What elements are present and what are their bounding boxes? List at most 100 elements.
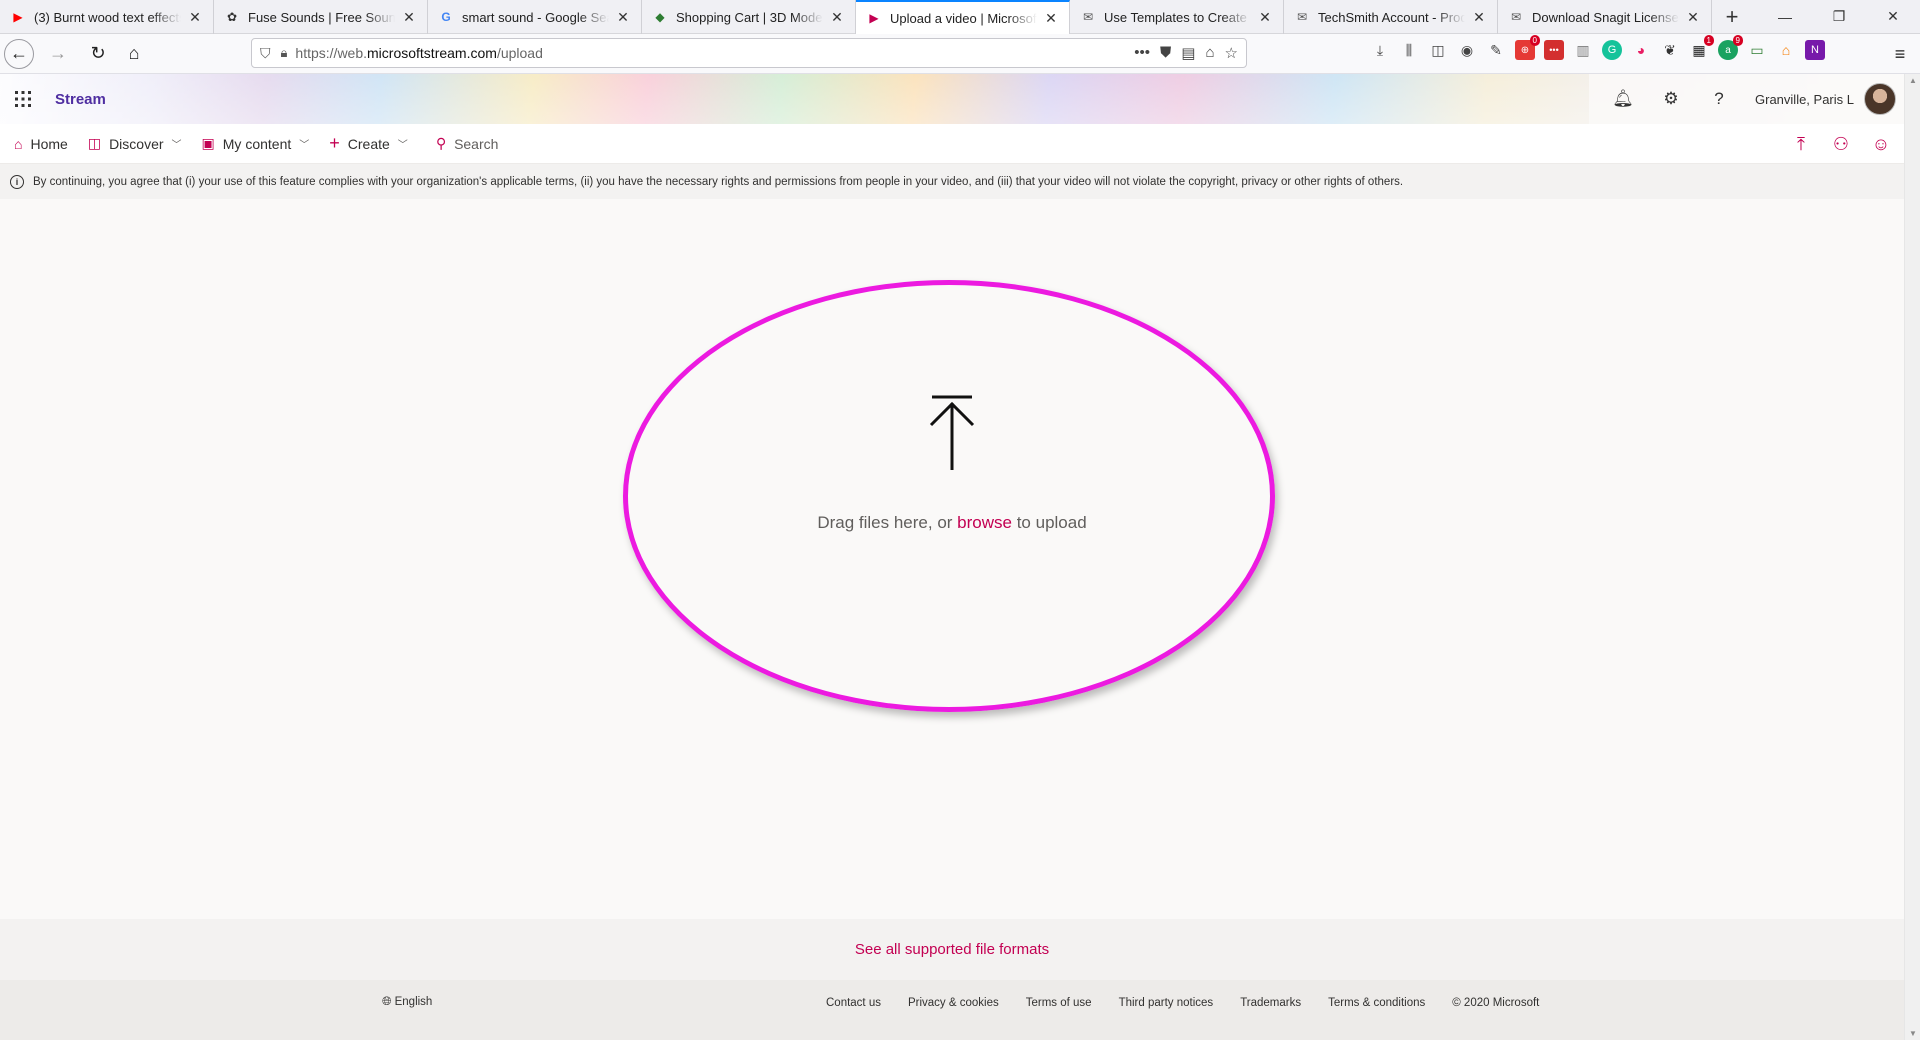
lock-icon[interactable]: 🔒︎ [281, 45, 288, 61]
settings-button[interactable]: ⚙ [1647, 74, 1695, 124]
language-selector[interactable]: 🌐︎ English [382, 994, 432, 1009]
screen-capture-icon[interactable]: ▭ [1747, 40, 1767, 60]
extension-pen-icon[interactable]: ✎ [1486, 40, 1506, 60]
browser-tab[interactable]: ✉ Use Templates to Create Visual ✕ [1070, 0, 1284, 34]
add-person-icon[interactable]: ⚇ [1830, 134, 1852, 155]
url-prefix: https://web. [295, 45, 368, 61]
browser-tab[interactable]: ✉ TechSmith Account - Products ✕ [1284, 0, 1498, 34]
url-text[interactable]: https://web.microsoftstream.com/upload [295, 45, 1134, 61]
shield-icon[interactable]: ⛉ [260, 45, 271, 62]
nav-home[interactable]: ⌂ Home [0, 124, 78, 164]
stream-command-bar: ⌂ Home ◫ Discover ﹀ ▣ My content ﹀ + Cre… [0, 124, 1904, 164]
avatar[interactable] [1864, 83, 1896, 115]
back-button[interactable]: ← [4, 38, 34, 69]
tab-favicon-icon: ◆ [655, 10, 665, 24]
scroll-up-icon[interactable]: ▲ [1905, 76, 1920, 85]
tab-close-icon[interactable]: ✕ [615, 9, 631, 26]
browser-tab[interactable]: ✿ Fuse Sounds | Free Sound Effects ✕ [214, 0, 428, 34]
extension-badge-a-icon[interactable]: ⊕ [1515, 35, 1541, 60]
home-button[interactable]: ⌂ [118, 38, 150, 70]
notifications-button[interactable]: 🔔︎ [1599, 74, 1647, 124]
tab-close-icon[interactable]: ✕ [1685, 9, 1701, 26]
nav-home-label: Home [30, 135, 68, 152]
grammarly-icon[interactable]: G [1602, 40, 1622, 60]
footer-link-trademarks[interactable]: Trademarks [1240, 997, 1301, 1009]
url-domain: microsoftstream.com [367, 45, 497, 61]
account-icon[interactable]: ◉ [1457, 40, 1477, 60]
address-bar[interactable]: ⛉ 🔒︎ https://web.microsoftstream.com/upl… [251, 38, 1247, 68]
tab-label: Fuse Sounds | Free Sound Effects [248, 9, 395, 25]
footer-link-third-party[interactable]: Third party notices [1119, 997, 1214, 1009]
tab-favicon-icon: ✉ [1296, 10, 1308, 24]
footer-link-terms-conditions[interactable]: Terms & conditions [1328, 997, 1425, 1009]
extension-badge-b-icon[interactable]: ▦ [1689, 35, 1715, 60]
more-actions-icon[interactable]: ••• [1134, 44, 1150, 62]
tab-label: Use Templates to Create Visual [1104, 9, 1251, 25]
footer-link-contact[interactable]: Contact us [826, 997, 881, 1009]
browser-tab[interactable]: Gsmart sound - Google Search ✕ [428, 0, 642, 34]
nav-discover[interactable]: ◫ Discover ﹀ [78, 124, 192, 164]
upload-drop-zone[interactable]: Drag files here, or browse to upload [0, 199, 1904, 919]
tab-list: ▶ (3) Burnt wood text effects and ✕ ✿ Fuse S… [0, 0, 1712, 34]
reader-view-icon[interactable]: ▤ [1181, 44, 1195, 62]
download-icon[interactable]: ⤓ [1370, 40, 1390, 60]
browse-link[interactable]: browse [957, 513, 1012, 532]
tab-close-icon[interactable]: ✕ [829, 9, 845, 26]
page-footer: 🌐︎ English Contact us Privacy & cookies … [0, 980, 1904, 1040]
sidebar-icon[interactable]: ◫ [1428, 40, 1448, 60]
nav-create[interactable]: + Create ﹀ [319, 124, 418, 164]
minimize-icon[interactable]: — [1758, 0, 1812, 33]
command-bar-actions: ⤒ ⚇ ☺ [1790, 124, 1892, 164]
language-label: English [394, 995, 433, 1008]
nav-my-content[interactable]: ▣ My content ﹀ [192, 124, 320, 164]
chevron-down-icon: ﹀ [171, 140, 182, 151]
restore-icon[interactable]: ❐ [1812, 0, 1866, 33]
upload-icon[interactable]: ⤒ [1790, 134, 1812, 155]
terms-notice-text: By continuing, you agree that (i) your u… [33, 175, 1404, 188]
tab-favicon-icon: ▶ [13, 10, 23, 24]
evernote-icon[interactable]: ❦ [1660, 40, 1680, 60]
pocket-icon[interactable]: ⛊ [1160, 44, 1171, 62]
browser-tab[interactable]: ✉ Download Snagit License ✕ [1498, 0, 1712, 34]
gear-icon: ⚙ [1663, 89, 1679, 108]
trello-icon[interactable]: ▥ [1573, 40, 1593, 60]
copyright-text: © 2020 Microsoft [1452, 997, 1540, 1009]
browser-tab[interactable]: ◆ Shopping Cart | 3D Models and ✕ [642, 0, 856, 34]
close-window-icon[interactable]: ✕ [1866, 0, 1920, 33]
footer-link-terms-of-use[interactable]: Terms of use [1026, 997, 1092, 1009]
tab-close-icon[interactable]: ✕ [1471, 9, 1487, 26]
nav-create-label: Create [347, 135, 390, 152]
bookmark-star-icon[interactable]: ☆ [1225, 44, 1238, 62]
new-tab-button[interactable]: + [1712, 0, 1752, 33]
home-extension-icon[interactable]: ⌂ [1205, 44, 1214, 62]
browser-tab[interactable]: ▶ (3) Burnt wood text effects and ✕ [0, 0, 214, 34]
menu-button[interactable]: ≡ [1884, 38, 1916, 70]
forward-button[interactable]: → [42, 38, 74, 70]
user-name[interactable]: Granville, Paris L [1755, 92, 1854, 107]
arrow-right-icon: → [49, 43, 67, 63]
supported-formats-link[interactable]: See all supported file formats [855, 941, 1049, 958]
lastpass-icon[interactable]: ••• [1544, 40, 1564, 60]
reload-button[interactable]: ↻ [82, 38, 114, 70]
house-extension-icon[interactable]: ⌂ [1776, 40, 1796, 60]
browser-tab[interactable]: ▶ Upload a video | Microsoft Stream ✕ [856, 0, 1070, 34]
vertical-scrollbar[interactable]: ▲ ▼ [1904, 74, 1920, 1040]
footer-link-privacy[interactable]: Privacy & cookies [908, 997, 999, 1009]
library-icon[interactable]: ⫼ [1399, 40, 1419, 60]
stream-brand-link[interactable]: Stream [55, 91, 106, 108]
tab-close-icon[interactable]: ✕ [1043, 10, 1059, 27]
tab-favicon-icon: ▶ [869, 11, 879, 25]
extension-badge-c-icon[interactable]: a [1718, 35, 1744, 60]
tab-close-icon[interactable]: ✕ [187, 9, 203, 26]
scroll-down-icon[interactable]: ▼ [1905, 1029, 1920, 1038]
app-launcher-button[interactable] [0, 74, 46, 124]
search-box[interactable]: ⚲ Search [418, 124, 509, 164]
tab-close-icon[interactable]: ✕ [401, 9, 417, 26]
feedback-smiley-icon[interactable]: ☺ [1870, 134, 1892, 155]
tab-close-icon[interactable]: ✕ [1257, 9, 1273, 26]
nav-my-content-label: My content [222, 135, 292, 152]
onenote-icon[interactable]: N [1805, 40, 1825, 60]
color-picker-icon[interactable]: ◕ [1631, 40, 1651, 60]
arrow-left-icon: ← [10, 43, 28, 63]
help-button[interactable]: ? [1695, 74, 1743, 124]
